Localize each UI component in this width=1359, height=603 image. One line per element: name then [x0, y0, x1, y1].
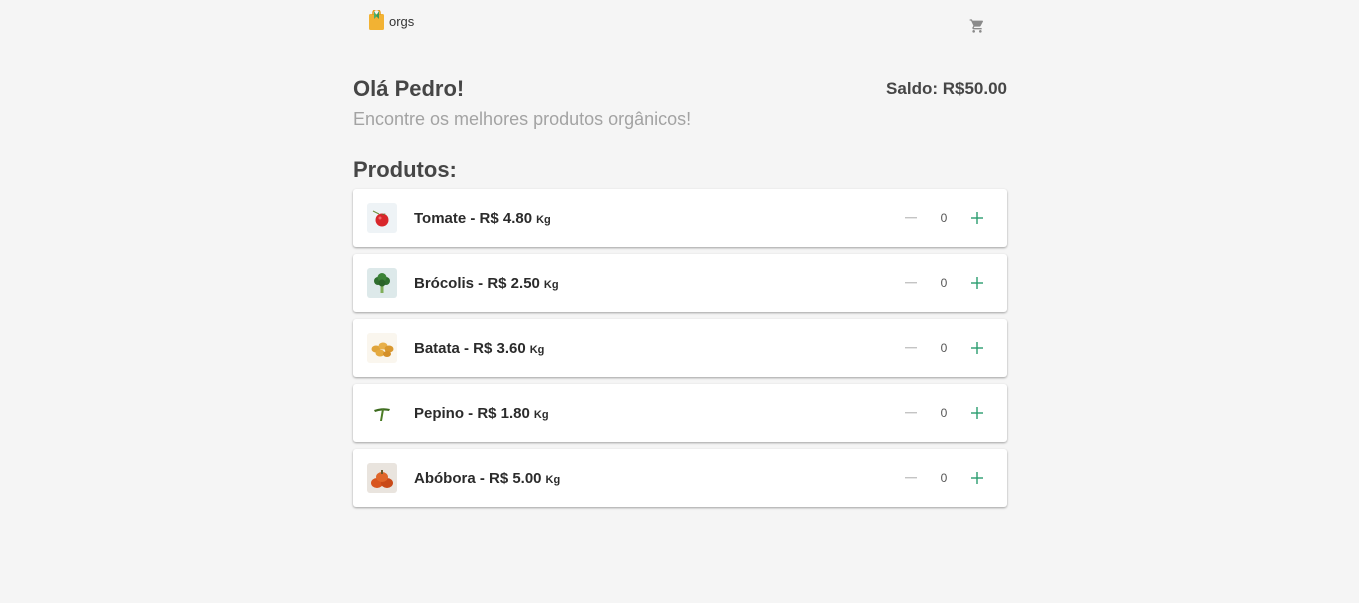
cucumber-icon	[367, 398, 397, 428]
shopping-bag-icon	[368, 8, 385, 30]
tomato-icon	[367, 203, 397, 233]
product-name: Tomate - R$ 4.80	[414, 209, 533, 227]
greeting-subtitle: Encontre os melhores produtos orgânicos!	[353, 109, 692, 129]
product-unit: Kg	[536, 213, 551, 226]
plus-icon[interactable]	[967, 273, 987, 293]
minus-icon[interactable]	[901, 468, 921, 488]
quantity-value: 0	[940, 471, 948, 485]
product-name: Brócolis - R$ 2.50	[414, 274, 540, 292]
product-card-tomate: Tomate - R$ 4.80 Kg 0	[353, 189, 1007, 247]
quantity-value: 0	[940, 341, 948, 355]
quantity-value: 0	[940, 406, 948, 420]
product-card-pepino: Pepino - R$ 1.80 Kg 0	[353, 384, 1007, 442]
plus-icon[interactable]	[967, 468, 987, 488]
broccoli-icon	[367, 268, 397, 298]
pumpkin-icon	[367, 463, 397, 493]
logo-text: orgs	[389, 14, 415, 29]
minus-icon[interactable]	[901, 273, 921, 293]
product-unit: Kg	[529, 343, 545, 356]
quantity-value: 0	[940, 211, 948, 225]
balance: Saldo: R$50.00	[886, 79, 1007, 98]
minus-icon[interactable]	[901, 208, 921, 228]
plus-icon[interactable]	[967, 338, 987, 358]
shopping-cart-icon[interactable]	[969, 18, 985, 34]
minus-icon[interactable]	[901, 338, 921, 358]
plus-icon[interactable]	[967, 208, 987, 228]
logo[interactable]: orgs	[368, 8, 415, 30]
product-list: Tomate - R$ 4.80 Kg 0 Brócolis - R$ 2.50…	[353, 189, 1007, 514]
product-card-batata: Batata - R$ 3.60 Kg 0	[353, 319, 1007, 377]
minus-icon[interactable]	[901, 403, 921, 423]
product-name: Abóbora - R$ 5.00	[414, 469, 542, 487]
quantity-stepper: 0	[901, 449, 987, 507]
quantity-value: 0	[940, 276, 948, 290]
potato-icon	[367, 333, 397, 363]
greeting-title: Olá Pedro!	[353, 76, 465, 101]
product-unit: Kg	[545, 473, 561, 486]
quantity-stepper: 0	[901, 319, 987, 377]
product-card-brocolis: Brócolis - R$ 2.50 Kg 0	[353, 254, 1007, 312]
quantity-stepper: 0	[901, 189, 987, 247]
product-name: Pepino - R$ 1.80	[414, 404, 530, 422]
product-unit: Kg	[543, 278, 559, 291]
plus-icon[interactable]	[967, 403, 987, 423]
product-card-abobora: Abóbora - R$ 5.00 Kg 0	[353, 449, 1007, 507]
products-section-title: Produtos:	[353, 157, 457, 182]
page: orgs Olá Pedro! Saldo: R$50.00 Encontre …	[0, 0, 1359, 603]
quantity-stepper: 0	[901, 254, 987, 312]
product-name: Batata - R$ 3.60	[414, 339, 526, 357]
product-unit: Kg	[533, 408, 549, 421]
quantity-stepper: 0	[901, 384, 987, 442]
